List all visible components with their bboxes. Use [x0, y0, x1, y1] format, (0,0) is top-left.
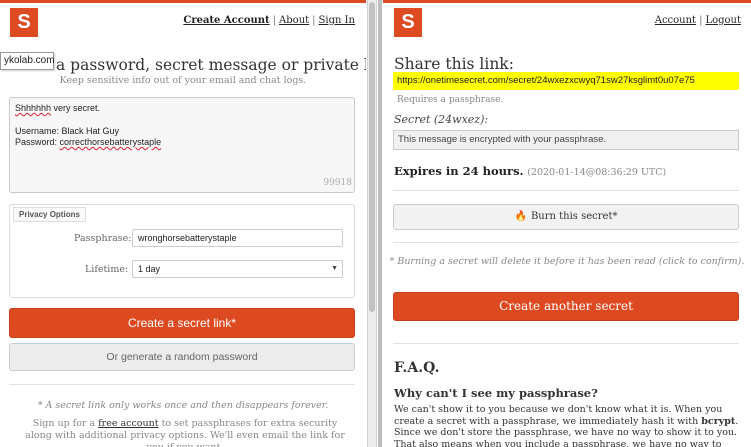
secret-textarea[interactable]: Shhhhhh very secret. Username: Black Hat… [9, 97, 355, 193]
nav-separator: | [272, 15, 277, 26]
misspelled-word: Shhhhhh [15, 103, 52, 113]
burn-secret-label: Burn this secret* [530, 211, 618, 222]
nav-separator: | [312, 15, 316, 26]
top-nav: Account | Logout [655, 15, 741, 26]
misspelled-word: correcthorsebatterystaple [59, 137, 162, 147]
page-subtitle: Keep sensitive info out of your email an… [59, 75, 307, 86]
brand-top-bar [383, 0, 751, 3]
nav-separator: | [699, 15, 703, 26]
logo-icon[interactable]: S [10, 8, 38, 37]
expiration-timestamp: (2020-01-14@08:36:29 UTC) [527, 167, 667, 178]
vertical-scrollbar[interactable] [367, 0, 377, 447]
passphrase-label: Passphrase: [74, 233, 132, 244]
secret-readonly-field: This message is encrypted with your pass… [393, 130, 739, 150]
signup-footnote: Sign up for a free account to set passph… [25, 418, 345, 447]
secret-text-line: Username: Black Hat Guy [15, 125, 120, 136]
privacy-options-fieldset: Privacy Options Passphrase: wronghorseba… [9, 204, 355, 298]
create-secret-link-button[interactable]: Create a secret link* [9, 308, 355, 338]
window-split-divider[interactable] [378, 0, 382, 447]
chevron-down-icon: ▼ [331, 265, 338, 272]
share-link-heading: Share this link: [394, 55, 514, 73]
burn-secret-note: * Burning a secret will delete it before… [389, 256, 745, 267]
faq-answer: We can't show it to you because we don't… [394, 404, 739, 447]
scrollbar-thumb[interactable] [369, 2, 375, 312]
secret-link-note: * A secret link only works once and then… [37, 400, 329, 411]
create-another-secret-button[interactable]: Create another secret [393, 292, 739, 321]
top-nav: Create Account | About | Sign In [183, 15, 355, 26]
requires-passphrase-note: Requires a passphrase. [397, 95, 504, 105]
divider [393, 343, 739, 344]
lifetime-label: Lifetime: [85, 264, 129, 275]
expiration-text: Expires in 24 hours. (2020-01-14@08:36:2… [394, 164, 667, 178]
account-link[interactable]: Account [655, 15, 696, 26]
lifetime-select[interactable]: 1 day ▼ [132, 260, 343, 278]
divider [393, 190, 739, 191]
divider [393, 242, 739, 243]
share-link-field[interactable]: https://onetimesecret.com/secret/24wxezx… [393, 72, 739, 90]
free-account-link[interactable]: free account [98, 418, 158, 429]
page-title: a password, secret message or private li… [56, 56, 366, 74]
domain-tooltip: ykolab.com [0, 52, 55, 70]
faq-question: Why can't I see my passphrase? [394, 386, 598, 400]
sign-in-link[interactable]: Sign In [319, 15, 355, 26]
create-account-link[interactable]: Create Account [183, 15, 269, 26]
secret-text-line: very secret. [51, 103, 101, 113]
burn-secret-button[interactable]: 🔥 Burn this secret* [393, 204, 739, 230]
logo-icon[interactable]: S [394, 8, 422, 37]
generate-password-button[interactable]: Or generate a random password [9, 343, 355, 371]
left-browser-pane: S Create Account | About | Sign In a passwor… [0, 0, 366, 447]
privacy-options-legend: Privacy Options [13, 207, 86, 222]
flame-icon: 🔥 [514, 211, 527, 222]
secret-text-line: Password: [15, 137, 60, 147]
about-link[interactable]: About [279, 15, 309, 26]
divider [9, 384, 355, 385]
lifetime-selected-value: 1 day [138, 264, 161, 274]
character-counter: 99918 [323, 178, 352, 188]
logout-link[interactable]: Logout [705, 15, 741, 26]
faq-heading: F.A.Q. [394, 360, 440, 376]
brand-top-bar [0, 0, 366, 3]
passphrase-input[interactable]: wronghorsebatterystaple [132, 229, 343, 247]
right-browser-pane: S Account | Logout Share this link: https:… [383, 0, 751, 447]
secret-label: Secret (24wxez): [394, 113, 489, 126]
